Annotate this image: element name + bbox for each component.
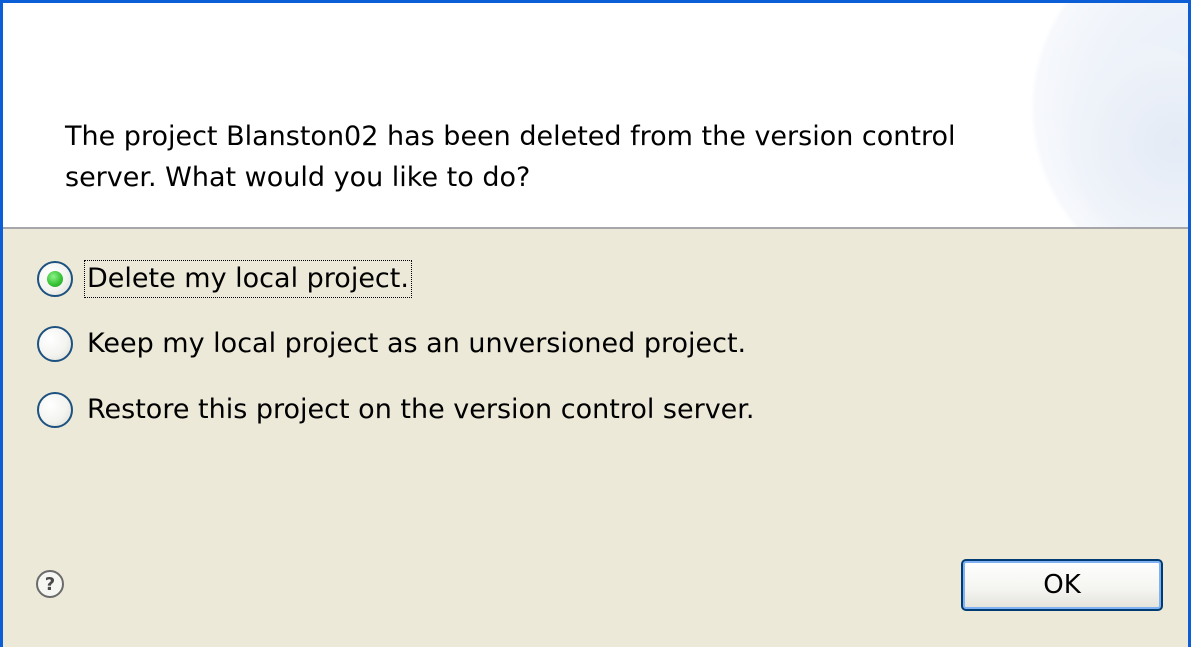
- option-label[interactable]: Keep my local project as an unversioned …: [85, 326, 748, 362]
- dialog-window: The project Blanston02 has been deleted …: [0, 0, 1191, 647]
- option-label[interactable]: Delete my local project.: [84, 260, 412, 298]
- radio-icon[interactable]: [37, 261, 73, 297]
- dialog-message: The project Blanston02 has been deleted …: [65, 121, 956, 193]
- option-restore-project[interactable]: Restore this project on the version cont…: [37, 388, 757, 432]
- option-delete-local[interactable]: Delete my local project.: [37, 257, 412, 301]
- radio-icon[interactable]: [37, 392, 73, 428]
- radio-icon[interactable]: [37, 326, 73, 362]
- help-icon[interactable]: ?: [36, 570, 64, 598]
- dialog-header: The project Blanston02 has been deleted …: [3, 3, 1188, 229]
- ok-button[interactable]: OK: [961, 559, 1163, 611]
- option-label[interactable]: Restore this project on the version cont…: [85, 392, 757, 428]
- option-keep-unversioned[interactable]: Keep my local project as an unversioned …: [37, 322, 748, 366]
- radio-selected-dot: [47, 271, 63, 287]
